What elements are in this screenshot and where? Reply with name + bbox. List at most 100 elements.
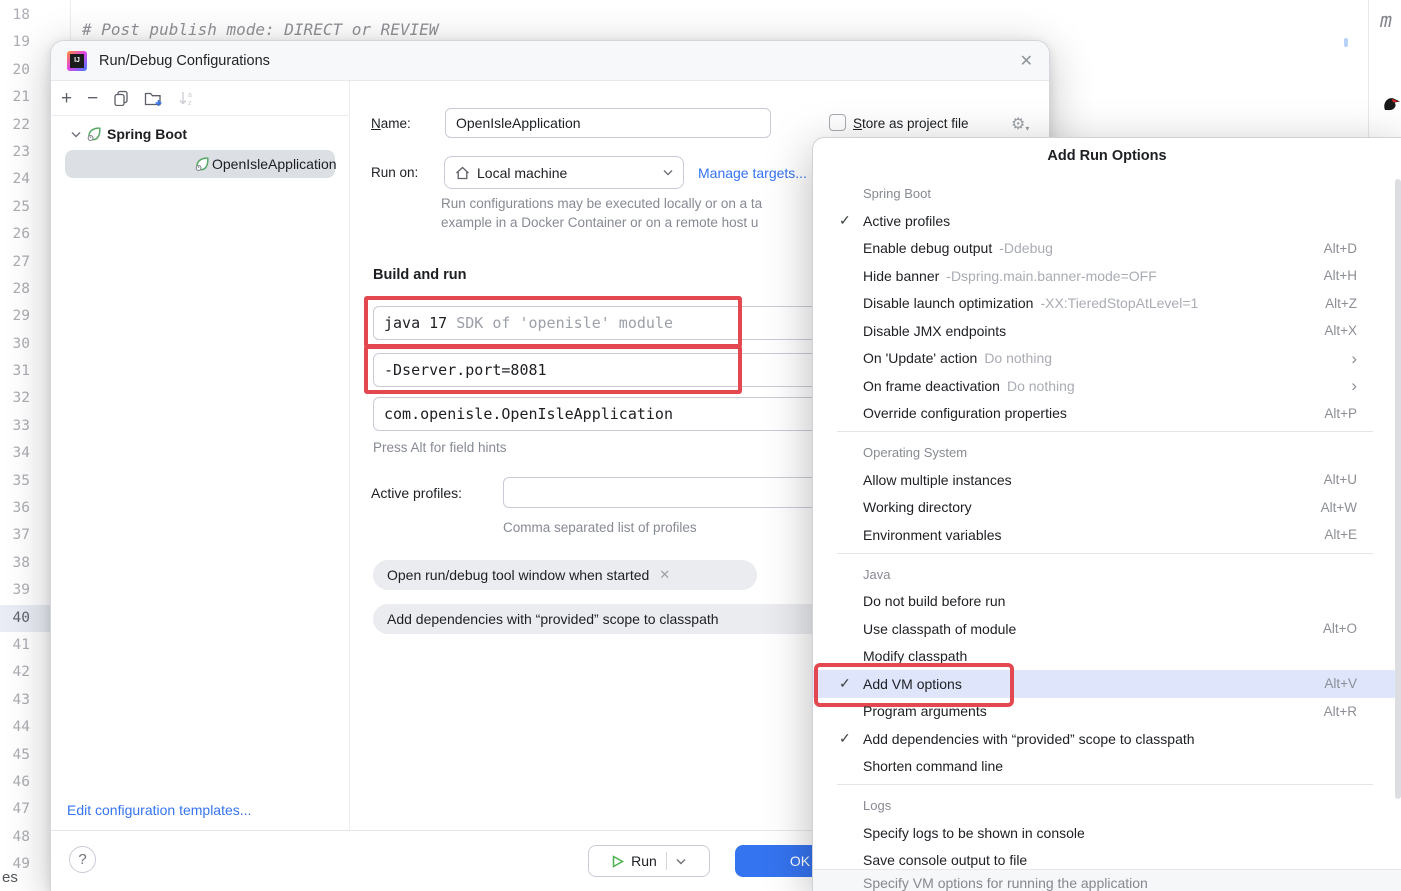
menu-item-label: Hide banner [863, 268, 939, 284]
menu-item-label: On 'Update' action [863, 350, 977, 366]
menu-section-java: Java [813, 561, 1401, 588]
menu-item-override-configuration-properties[interactable]: Override configuration propertiesAlt+P [813, 400, 1401, 428]
menu-item-modify-classpath[interactable]: Modify classpath [813, 643, 1401, 671]
add-run-options-popup: Add Run Options Spring Boot ✓ Active profi… [812, 137, 1401, 891]
jre-value: java 17 [384, 314, 447, 332]
menu-item-shortcut: Alt+E [1324, 527, 1357, 542]
store-as-project-file-checkbox[interactable] [829, 114, 846, 131]
submenu-arrow-icon: › [1351, 350, 1357, 367]
menu-item-shortcut: Alt+V [1324, 676, 1357, 691]
main-class-value: com.openisle.OpenIsleApplication [384, 405, 673, 423]
menu-item-shortcut: Alt+O [1323, 621, 1357, 636]
tag-label: Open run/debug tool window when started [387, 567, 649, 583]
submenu-arrow-icon: › [1351, 377, 1357, 394]
menu-item-shortcut: Alt+D [1324, 241, 1357, 256]
menu-item-program-arguments[interactable]: Program argumentsAlt+R [813, 698, 1401, 726]
menu-item-use-classpath-of-module[interactable]: Use classpath of moduleAlt+O [813, 615, 1401, 643]
jre-hint: SDK of 'openisle' module [456, 314, 673, 332]
menu-item-hint: Do nothing [1007, 378, 1075, 394]
menu-item-shortcut: Alt+Z [1325, 296, 1357, 311]
name-label: Name: [371, 108, 411, 138]
run-on-hint-line1: Run configurations may be executed local… [441, 196, 762, 211]
popup-scrollbar[interactable] [1395, 179, 1401, 799]
bird-icon [1380, 92, 1401, 114]
menu-item-label: Working directory [863, 499, 972, 515]
menu-item-active-profiles[interactable]: ✓ Active profiles [813, 207, 1401, 235]
menu-item-add-dependencies-with-provided-scope-to-classpath[interactable]: ✓ Add dependencies with “provided” scope … [813, 725, 1401, 753]
name-input[interactable] [445, 108, 771, 138]
run-on-value: Local machine [477, 165, 567, 181]
menu-item-shorten-command-line[interactable]: Shorten command line [813, 753, 1401, 781]
main-class-field[interactable]: com.openisle.OpenIsleApplication [373, 397, 821, 431]
store-as-project-file-label: Store as project file [853, 108, 969, 138]
menu-item-label: Active profiles [863, 213, 950, 229]
menu-item-disable-jmx-endpoints[interactable]: Disable JMX endpoints Alt+X [813, 317, 1401, 345]
menu-section-logs: Logs [813, 792, 1401, 819]
menu-item-disable-launch-optimization[interactable]: Disable launch optimization -XX:TieredSto… [813, 290, 1401, 318]
popup-menu: Spring Boot ✓ Active profiles Enable debug … [813, 164, 1401, 874]
menu-item-label: Modify classpath [863, 648, 967, 664]
menu-item-enable-debug-output[interactable]: Enable debug output-DdebugAlt+D [813, 235, 1401, 263]
menu-item-shortcut: Alt+X [1324, 323, 1357, 338]
menu-section-spring-boot: Spring Boot [813, 180, 1401, 207]
menu-item-hide-banner[interactable]: Hide banner -Dspring.main.banner-mode=OFF… [813, 262, 1401, 290]
run-on-hint-line2: example in a Docker Container or on a re… [441, 215, 758, 230]
menu-item-on-update-action[interactable]: On 'Update' action Do nothing › [813, 345, 1401, 373]
menu-item-hint: -XX:TieredStopAtLevel=1 [1040, 295, 1198, 311]
editor-corner-text: es [2, 869, 18, 886]
screen: 1819202122232425262728293031323334353637… [0, 0, 1401, 891]
menu-item-hint: -Dspring.main.banner-mode=OFF [946, 268, 1156, 284]
menu-item-hint: Do nothing [984, 350, 1052, 366]
gear-icon[interactable]: ⚙▾ [1011, 114, 1029, 134]
checkmark-icon: ✓ [839, 730, 851, 747]
menu-item-label: Program arguments [863, 703, 987, 719]
run-button[interactable]: Run [588, 845, 710, 877]
scrollbar-marker [1344, 38, 1348, 47]
menu-item-environment-variables[interactable]: Environment variables Alt+E [813, 521, 1401, 549]
menu-separator [837, 784, 1373, 785]
tag-open-tool-window[interactable]: Open run/debug tool window when started … [373, 560, 757, 590]
chevron-down-icon[interactable] [676, 858, 686, 865]
tag-close-icon[interactable]: ✕ [659, 567, 670, 583]
run-on-select[interactable]: Local machine [444, 156, 684, 189]
editor-code-comment: # Post publish mode: DIRECT or REVIEW [82, 20, 438, 39]
vm-options-value: -Dserver.port=8081 [384, 361, 547, 379]
active-profiles-label: Active profiles: [371, 477, 462, 508]
checkmark-icon: ✓ [839, 212, 851, 229]
menu-item-label: Disable JMX endpoints [863, 323, 1006, 339]
menu-item-label: Add VM options [863, 676, 962, 692]
menu-item-label: Do not build before run [863, 593, 1005, 609]
menu-item-on-frame-deactivation[interactable]: On frame deactivation Do nothing › [813, 372, 1401, 400]
run-button-label: Run [631, 853, 657, 869]
popup-status-hint: Specify VM options for running the appli… [813, 869, 1401, 891]
menu-item-label: On frame deactivation [863, 378, 1000, 394]
play-icon [612, 855, 624, 868]
menu-item-specify-logs-to-be-shown-in-console[interactable]: Specify logs to be shown in console [813, 819, 1401, 847]
menu-item-label: Add dependencies with “provided” scope t… [863, 731, 1195, 747]
menu-separator [837, 553, 1373, 554]
menu-item-add-vm-options[interactable]: ✓ Add VM options Alt+V [813, 670, 1401, 698]
menu-item-allow-multiple-instances[interactable]: Allow multiple instancesAlt+U [813, 466, 1401, 494]
menu-item-shortcut: Alt+H [1324, 268, 1357, 283]
menu-section-operating-system: Operating System [813, 439, 1401, 466]
build-and-run-label: Build and run [373, 267, 466, 283]
chevron-down-icon [663, 169, 673, 176]
menu-item-label: Save console output to file [863, 852, 1027, 868]
popup-title: Add Run Options [813, 138, 1401, 164]
menu-item-working-directory[interactable]: Working directoryAlt+W [813, 494, 1401, 522]
tag-add-dependencies[interactable]: Add dependencies with “provided” scope t… [373, 604, 843, 634]
menu-item-do-not-build-before-run[interactable]: Do not build before run [813, 588, 1401, 616]
manage-targets-link[interactable]: Manage targets... [698, 156, 807, 189]
editor-right-text: m [1380, 8, 1392, 32]
menu-item-shortcut: Alt+U [1324, 472, 1357, 487]
menu-item-label: Environment variables [863, 527, 1002, 543]
profiles-hint: Comma separated list of profiles [503, 520, 697, 535]
vm-options-field[interactable]: -Dserver.port=8081 [373, 353, 821, 387]
menu-item-label: Disable launch optimization [863, 295, 1033, 311]
menu-separator [837, 431, 1373, 432]
help-button[interactable]: ? [69, 846, 96, 873]
menu-item-shortcut: Alt+P [1324, 406, 1357, 421]
run-on-label: Run on: [371, 156, 418, 189]
jre-field[interactable]: java 17 SDK of 'openisle' module [373, 306, 821, 340]
checkmark-icon: ✓ [839, 675, 851, 692]
